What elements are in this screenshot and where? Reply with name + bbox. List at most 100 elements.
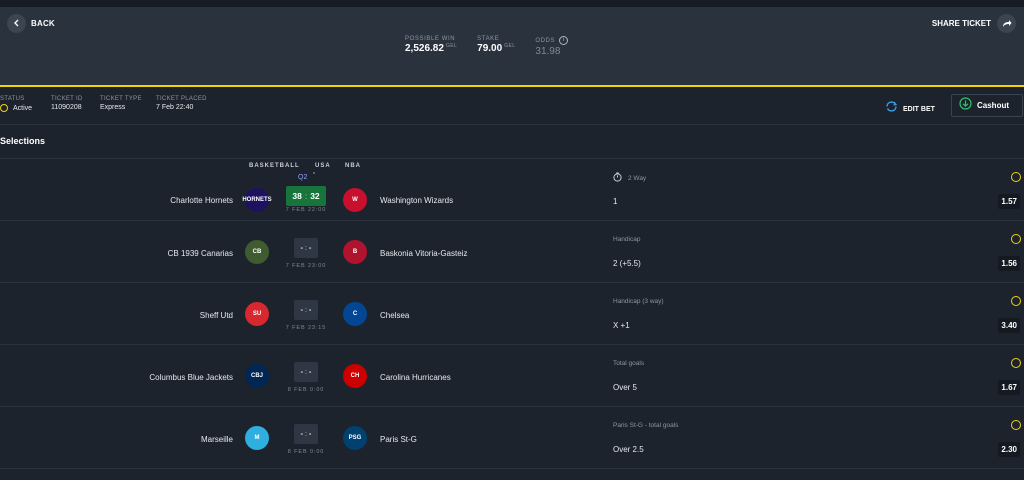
ticket-placed-label: TICKET PLACED [156,96,207,102]
selection-status-icon [1011,172,1021,182]
home-logo-text: CB [252,249,262,255]
home-team-logo: HORNETS [242,188,272,212]
kickoff-time: 8 FEB 0:00 [287,387,325,393]
home-logo-text: M [254,435,260,441]
home-score: 38 [292,191,302,201]
pick: X +1 [613,321,630,330]
ticket-placed: TICKET PLACED 7 Feb 22:40 [156,96,207,111]
selection-odds: 1.67 [998,380,1020,395]
pick: Over 2.5 [613,445,644,454]
away-score: - [308,368,312,376]
selection-row[interactable]: Marseille M -: - 8 FEB 0:00 PSG Paris St-G Pari… [0,407,1024,469]
kickoff-time: 7 FEB 23:15 [285,325,327,331]
stake-value: 79.00 [477,43,503,54]
home-score: - [300,430,304,438]
odds-label-text: ODDS [535,38,556,45]
possible-win-currency: GEL [445,43,458,49]
selection-status-icon [1011,234,1021,244]
info-icon[interactable]: i [559,36,569,45]
score-box: -:- [294,238,318,258]
edit-bet-button[interactable]: EDIT BET [885,100,935,118]
home-team-logo: CBJ [245,364,269,388]
away-team-logo: CH [343,364,367,388]
odds-value: 31.98 [535,46,561,57]
selection-row[interactable]: Sheff Utd SU -: - 7 FEB 23:15 C Chelsea Handica… [0,283,1024,345]
market: Handicap [613,236,640,243]
possible-win: POSSIBLE WIN 2,526.82 GEL [405,36,457,57]
away-team-logo: PSG [343,426,367,450]
away-logo-text: B [352,249,358,255]
back-label: BACK [31,18,55,28]
kickoff-time: 7 FEB 22:00 [285,207,327,213]
back-button[interactable]: BACK [7,13,55,33]
home-team-name: Columbus Blue Jackets [149,373,233,382]
score-box: -:- [294,300,318,320]
home-team-name: Sheff Utd [199,311,233,320]
status-indicator-icon [0,104,8,112]
pick: 2 (+5.5) [613,259,641,268]
chevron-left-icon [7,13,26,33]
selection-odds: 3.40 [998,318,1020,333]
market: Paris St-G - total goals [613,422,678,429]
selection-row[interactable]: CB 1939 Canarias CB -: - 7 FEB 23:00 B Baskoni… [0,221,1024,283]
away-team-logo: W [343,188,367,212]
selections-title: Selections [0,136,46,146]
home-score: - [300,306,304,314]
possible-win-label: POSSIBLE WIN [405,36,456,42]
home-team-name: Charlotte Hornets [170,196,233,205]
away-logo-text: W [352,197,358,203]
home-team-logo: CB [245,240,269,264]
ticket-id: TICKET ID 11090208 [51,96,83,111]
selection-row[interactable]: Charlotte Hornets HORNETS Q2 * 38:32 7 FEB 22… [0,159,1024,221]
stopwatch-icon [613,172,622,184]
possible-win-value: 2,526.82 [405,43,444,54]
stake: STAKE 79.00 GEL [477,36,515,57]
home-score: - [300,368,304,376]
market-name: Total goals [613,360,645,367]
away-score: 32 [310,191,320,201]
market: Handicap (3 way) [613,298,664,305]
ticket-type-label: TICKET TYPE [100,96,142,102]
score-separator: : [305,306,307,314]
market: 2 Way [613,172,646,184]
share-label: SHARE TICKET [931,18,991,28]
stake-label: STAKE [477,36,500,42]
ticket-placed-value: 7 Feb 22:40 [156,104,194,111]
selection-odds: 2.30 [998,442,1020,457]
home-score: - [300,244,304,252]
selection-odds: 1.57 [998,194,1020,209]
ticket-type: TICKET TYPE Express [100,96,142,111]
status-value: Active [13,104,33,112]
ticket-status: STATUS Active [0,96,32,112]
away-team-name: Paris St-G [380,435,417,444]
away-logo-text: CH [350,373,360,379]
away-team-name: Washington Wizards [380,196,454,205]
kickoff-time: 8 FEB 0:00 [287,449,325,455]
score-box: -:- [294,424,318,444]
away-team-logo: B [343,240,367,264]
market-name: Paris St-G - total goals [613,422,679,429]
selection-row[interactable]: Columbus Blue Jackets CBJ -: - 8 FEB 0:00 CH C… [0,345,1024,407]
home-logo-text: SU [252,311,262,317]
cashout-button[interactable]: Cashout [951,94,1023,117]
score-separator: : [305,244,307,252]
ticket-stats: POSSIBLE WIN 2,526.82 GEL STAKE 79.00 GE… [405,36,588,57]
home-team-logo: M [245,426,269,450]
away-logo-text: PSG [348,435,362,441]
home-logo-text: CBJ [250,373,263,379]
selection-status-icon [1011,358,1021,368]
away-score: - [308,430,312,438]
period-marker: * [313,172,315,178]
score-separator: : [305,430,307,438]
top-strip [0,0,1024,7]
away-team-name: Baskonia Vitoria-Gasteiz [380,249,468,258]
home-team-logo: SU [245,302,269,326]
market: Total goals [613,360,644,367]
ticket-info-bar: STATUS Active TICKET ID 11090208 TICKET … [0,89,1024,125]
ticket-id-value: 11090208 [51,104,82,111]
share-ticket-button[interactable]: SHARE TICKET [932,13,1016,33]
away-logo-text: C [352,311,358,317]
away-team-name: Carolina Hurricanes [380,373,451,382]
refresh-edit-icon [885,100,898,118]
market-name: 2 Way [628,174,647,182]
